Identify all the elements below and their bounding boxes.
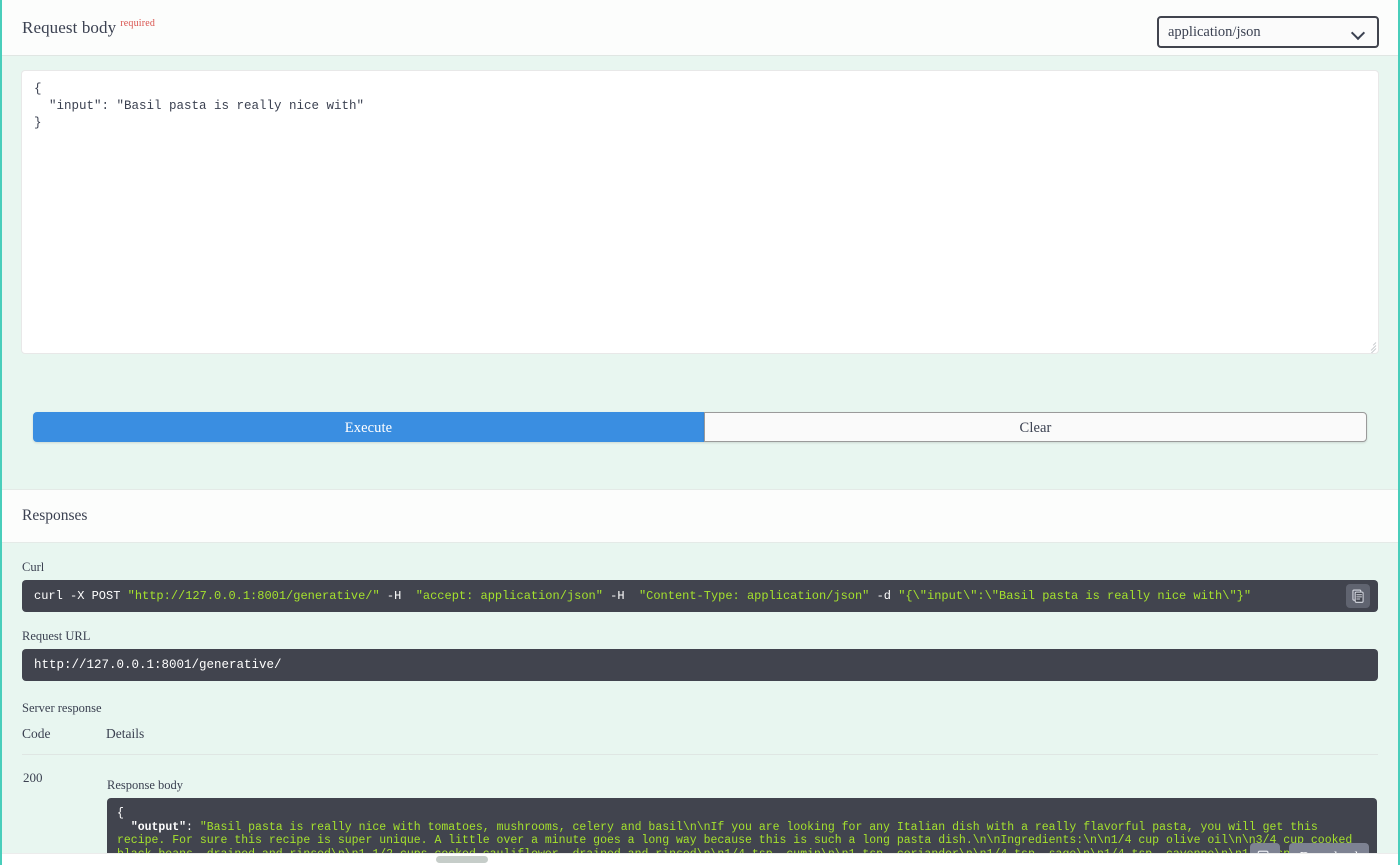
- request-body-editor[interactable]: { "input": "Basil pasta is really nice w…: [21, 70, 1379, 354]
- response-body-open-brace: {: [117, 807, 124, 820]
- table-header-row: Code Details: [22, 726, 1378, 755]
- response-body-label: Response body: [107, 778, 184, 792]
- curl-d-value: "{\"input\":\"Basil pasta is really nice…: [898, 589, 1252, 603]
- request-body-title-text: Request body: [22, 17, 117, 37]
- request-url-label: Request URL: [22, 629, 91, 643]
- clear-button[interactable]: Clear: [704, 412, 1367, 442]
- action-button-row: Execute Clear: [33, 412, 1367, 442]
- copy-icon: [1352, 589, 1364, 603]
- textarea-resize-handle[interactable]: [1363, 338, 1377, 353]
- horizontal-scrollbar[interactable]: [2, 853, 1398, 865]
- server-response-table: Code Details 200 Response body { "output…: [22, 726, 1378, 865]
- response-body-key: "output": [130, 820, 187, 834]
- request-url-value: http://127.0.0.1:8001/generative/: [34, 658, 282, 672]
- request-body-header: Request body required application/json: [2, 0, 1398, 56]
- curl-label: Curl: [22, 560, 45, 574]
- request-body-editor-wrap: { "input": "Basil pasta is really nice w…: [2, 56, 1398, 354]
- curl-command: curl -X POST "http://127.0.0.1:8001/gene…: [34, 589, 1366, 603]
- response-body-colon: :: [186, 820, 200, 834]
- copy-curl-button[interactable]: [1346, 584, 1370, 608]
- table-row: 200 Response body { "output": "Basil pas…: [22, 755, 1378, 865]
- execute-button[interactable]: Execute: [33, 412, 704, 442]
- curl-h1-flag: -H: [379, 589, 416, 603]
- required-badge: required: [120, 17, 156, 29]
- column-header-details: Details: [106, 726, 1378, 755]
- curl-h1-value: "accept: application/json": [415, 589, 603, 603]
- column-header-code: Code: [22, 726, 106, 755]
- response-details-cell: Response body { "output": "Basil pasta i…: [106, 755, 1378, 865]
- response-status-code: 200: [23, 770, 43, 785]
- curl-d-flag: -d: [869, 589, 899, 603]
- chevron-down-icon: [1352, 28, 1366, 37]
- request-body-editor-value: { "input": "Basil pasta is really nice w…: [34, 82, 365, 130]
- scrollbar-thumb[interactable]: [436, 856, 488, 863]
- curl-url-part: "http://127.0.0.1:8001/generative/": [127, 589, 380, 603]
- swagger-try-it-out-panel: Request body required application/json { …: [0, 0, 1400, 865]
- request-body-title: Request body required: [22, 18, 155, 38]
- responses-section-header: Responses: [2, 489, 1398, 543]
- media-type-selected-value: application/json: [1168, 23, 1261, 40]
- responses-title: Responses: [22, 507, 88, 524]
- request-url-block: http://127.0.0.1:8001/generative/: [22, 649, 1378, 681]
- responses-content: Curl curl -X POST "http://127.0.0.1:8001…: [2, 560, 1398, 865]
- curl-h2-value: "Content-Type: application/json": [638, 589, 870, 603]
- curl-code-block: curl -X POST "http://127.0.0.1:8001/gene…: [22, 580, 1378, 612]
- media-type-select[interactable]: application/json: [1157, 16, 1379, 48]
- curl-h2-flag: -H: [602, 589, 639, 603]
- curl-cmd-part: curl -X POST: [34, 589, 128, 603]
- server-response-label: Server response: [22, 701, 102, 715]
